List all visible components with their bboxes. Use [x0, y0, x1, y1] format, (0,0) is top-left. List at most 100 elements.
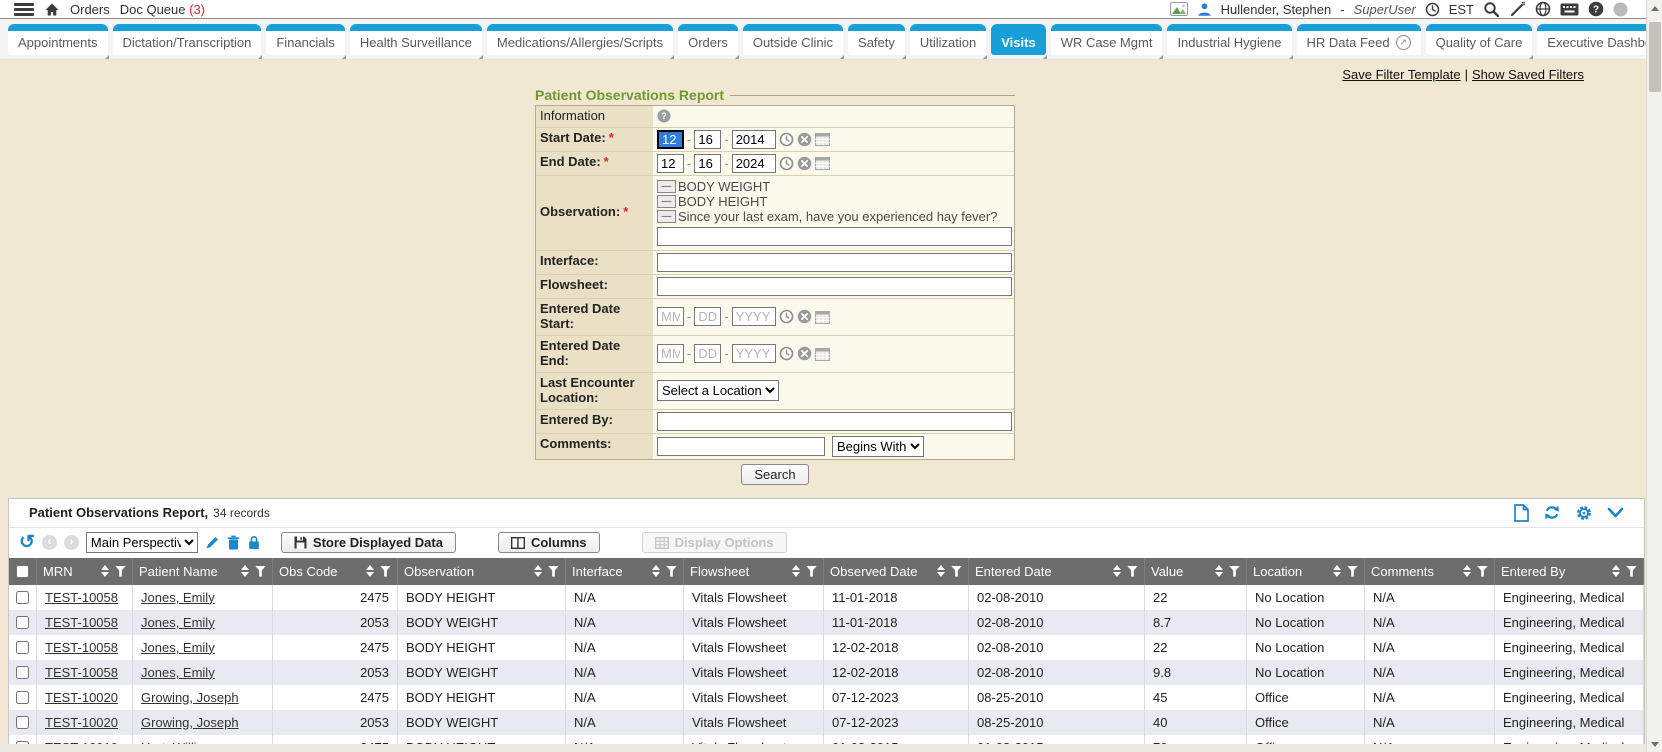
- scroll-up-arrow[interactable]: [1647, 0, 1662, 16]
- filter-funnel-icon[interactable]: [548, 566, 559, 577]
- scrollbar-thumb[interactable]: [1649, 22, 1661, 92]
- show-saved-filters-link[interactable]: Show Saved Filters: [1472, 67, 1584, 82]
- column-header-flowsheet[interactable]: Flowsheet: [684, 558, 824, 585]
- patient-name-link[interactable]: Jones, Emily: [141, 615, 215, 630]
- tab-financials[interactable]: Financials: [266, 24, 345, 55]
- perspective-select[interactable]: Main Perspective: [86, 532, 198, 553]
- row-checkbox[interactable]: [16, 641, 29, 654]
- sort-icon[interactable]: [1113, 565, 1121, 577]
- horizontal-scrollbar[interactable]: [0, 744, 1646, 752]
- tab-wr-case-mgmt[interactable]: WR Case Mgmt: [1051, 24, 1163, 55]
- clear-date-icon[interactable]: [797, 156, 812, 171]
- reset-perspective-icon[interactable]: ↺: [19, 533, 35, 552]
- sort-icon[interactable]: [792, 565, 800, 577]
- mrn-link[interactable]: TEST-10058: [45, 640, 118, 655]
- row-checkbox[interactable]: [16, 591, 29, 604]
- column-header-obs-code[interactable]: Obs Code: [273, 558, 398, 585]
- patient-name-link[interactable]: Jones, Emily: [141, 665, 215, 680]
- clear-date-icon[interactable]: [797, 309, 812, 324]
- mrn-link[interactable]: TEST-10058: [45, 665, 118, 680]
- observation-search-input[interactable]: [657, 227, 1012, 246]
- tab-hr-data-feed[interactable]: HR Data Feed↗: [1297, 24, 1421, 55]
- flowsheet-input[interactable]: [657, 277, 1012, 296]
- row-checkbox[interactable]: [16, 716, 29, 729]
- column-header-entered-date[interactable]: Entered Date: [969, 558, 1145, 585]
- user-name[interactable]: Hullender, Stephen: [1221, 2, 1332, 17]
- tab-safety[interactable]: Safety: [848, 24, 905, 55]
- filter-funnel-icon[interactable]: [1229, 566, 1240, 577]
- entered-date-start-month-input[interactable]: [657, 307, 684, 326]
- tab-outside-clinic[interactable]: Outside Clinic: [743, 24, 843, 55]
- location-select[interactable]: Select a Location: [657, 380, 779, 401]
- time-picker-icon[interactable]: [779, 346, 794, 361]
- mrn-link[interactable]: TEST-10058: [45, 590, 118, 605]
- search-button[interactable]: Search: [741, 464, 808, 485]
- column-header-value[interactable]: Value: [1145, 558, 1247, 585]
- calendar-icon[interactable]: [815, 310, 830, 324]
- vertical-scrollbar[interactable]: [1646, 0, 1662, 752]
- select-all-checkbox[interactable]: [16, 565, 29, 578]
- patient-name-link[interactable]: Growing, Joseph: [141, 715, 239, 730]
- entered-date-start-day-input[interactable]: [694, 307, 721, 326]
- user-icon[interactable]: [1197, 2, 1212, 17]
- home-icon[interactable]: [44, 2, 60, 17]
- sort-icon[interactable]: [937, 565, 945, 577]
- row-checkbox[interactable]: [16, 616, 29, 629]
- filter-funnel-icon[interactable]: [1347, 566, 1358, 577]
- start-date-month-input[interactable]: [657, 130, 684, 149]
- tab-industrial-hygiene[interactable]: Industrial Hygiene: [1167, 24, 1291, 55]
- row-checkbox[interactable]: [16, 666, 29, 679]
- sort-icon[interactable]: [1463, 565, 1471, 577]
- filter-funnel-icon[interactable]: [806, 566, 817, 577]
- end-date-day-input[interactable]: [694, 154, 721, 173]
- remove-observation-button[interactable]: —: [657, 210, 676, 223]
- refresh-icon[interactable]: [1543, 504, 1561, 521]
- columns-button[interactable]: Columns: [498, 532, 600, 553]
- scroll-down-arrow[interactable]: [1647, 736, 1662, 752]
- time-picker-icon[interactable]: [779, 132, 794, 147]
- comments-match-select[interactable]: Begins With: [832, 436, 924, 457]
- entered-date-end-year-input[interactable]: [732, 344, 776, 363]
- patient-name-link[interactable]: Jones, Emily: [141, 640, 215, 655]
- info-help-icon[interactable]: ?: [657, 109, 671, 123]
- clear-date-icon[interactable]: [797, 346, 812, 361]
- sort-icon[interactable]: [1333, 565, 1341, 577]
- sort-icon[interactable]: [534, 565, 542, 577]
- interface-input[interactable]: [657, 253, 1012, 272]
- tab-health-surveillance[interactable]: Health Surveillance: [350, 24, 482, 55]
- entered-date-end-day-input[interactable]: [694, 344, 721, 363]
- sort-icon[interactable]: [241, 565, 249, 577]
- sort-icon[interactable]: [101, 565, 109, 577]
- globe-icon[interactable]: [1535, 1, 1551, 17]
- save-filter-template-link[interactable]: Save Filter Template: [1342, 67, 1460, 82]
- end-date-year-input[interactable]: [732, 154, 776, 173]
- photo-icon[interactable]: [1170, 2, 1188, 16]
- wand-icon[interactable]: [1509, 1, 1526, 17]
- remove-observation-button[interactable]: —: [657, 180, 676, 193]
- entered-date-end-month-input[interactable]: [657, 344, 684, 363]
- edit-perspective-icon[interactable]: [205, 535, 220, 550]
- calendar-icon[interactable]: [815, 156, 830, 170]
- column-header-location[interactable]: Location: [1247, 558, 1365, 585]
- remove-observation-button[interactable]: —: [657, 195, 676, 208]
- patient-name-link[interactable]: Growing, Joseph: [141, 690, 239, 705]
- filter-funnel-icon[interactable]: [1127, 566, 1138, 577]
- delete-perspective-icon[interactable]: [227, 535, 240, 550]
- column-header-mrn[interactable]: MRN: [37, 558, 133, 585]
- mrn-link[interactable]: TEST-10020: [45, 715, 118, 730]
- column-header-comments[interactable]: Comments: [1365, 558, 1495, 585]
- lock-perspective-icon[interactable]: [247, 535, 261, 550]
- tab-quality-of-care[interactable]: Quality of Care: [1426, 24, 1533, 55]
- help-icon[interactable]: ?: [1588, 1, 1604, 17]
- tab-utilization[interactable]: Utilization: [910, 24, 986, 55]
- start-date-year-input[interactable]: [732, 130, 776, 149]
- row-checkbox[interactable]: [16, 691, 29, 704]
- settings-gear-icon[interactable]: [1575, 504, 1593, 522]
- sort-icon[interactable]: [366, 565, 374, 577]
- store-displayed-data-button[interactable]: Store Displayed Data: [281, 532, 456, 553]
- keyboard-icon[interactable]: [1560, 3, 1579, 16]
- tab-visits[interactable]: Visits: [991, 24, 1045, 55]
- patient-name-link[interactable]: Jones, Emily: [141, 590, 215, 605]
- column-header-observed-date[interactable]: Observed Date: [824, 558, 969, 585]
- column-header-observation[interactable]: Observation: [398, 558, 566, 585]
